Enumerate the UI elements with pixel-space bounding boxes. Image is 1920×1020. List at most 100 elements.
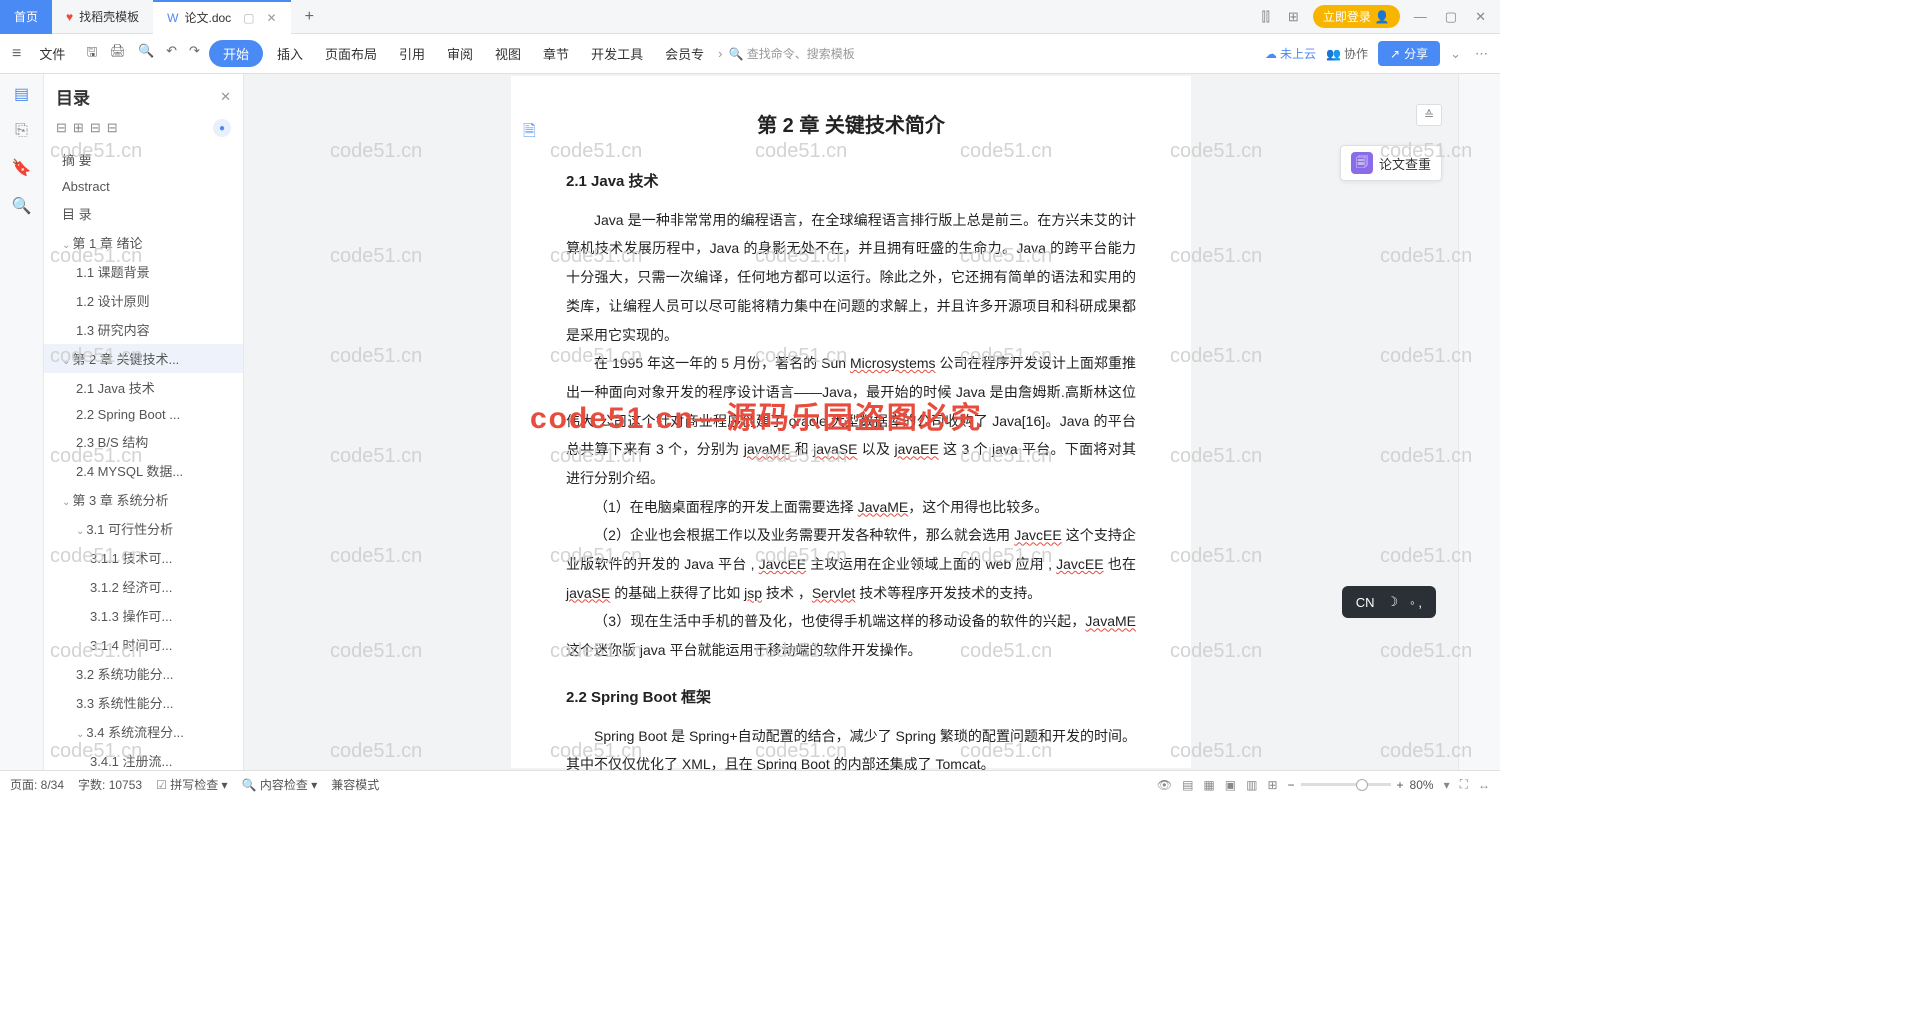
outline-item[interactable]: 3.1.2 经济可... — [44, 572, 243, 601]
side-toggle-button[interactable]: ≙ — [1416, 104, 1442, 126]
bookmark-rail-icon[interactable]: 🔖 — [12, 158, 32, 178]
outline-item[interactable]: 3.1.1 技术可... — [44, 543, 243, 572]
outline-item[interactable]: ⌄3.1 可行性分析 — [44, 514, 243, 543]
menu-devtools[interactable]: 开发工具 — [583, 40, 651, 67]
fire-icon: ♥ — [66, 10, 73, 24]
tab-document[interactable]: W论文.doc▢✕ — [153, 0, 290, 34]
minimize-button[interactable]: — — [1410, 9, 1431, 24]
outline-item[interactable]: 1.1 课题背景 — [44, 257, 243, 286]
outline-rail-icon[interactable]: ▤ — [14, 84, 29, 104]
document-area[interactable]: 🗎 第 2 章 关键技术简介 2.1 Java 技术 Java 是一种非常常用的… — [244, 74, 1458, 770]
print-icon[interactable]: 🖨 — [106, 41, 129, 67]
outline-item[interactable]: 3.1.3 操作可... — [44, 601, 243, 630]
view4-icon[interactable]: ▥ — [1246, 778, 1257, 792]
right-rail — [1458, 74, 1500, 770]
outline-item[interactable]: 2.4 MYSQL 数据... — [44, 456, 243, 485]
outline-item[interactable]: 1.2 设计原则 — [44, 286, 243, 315]
ime-mode-icon: ☽ — [1387, 594, 1399, 610]
hamburger-icon[interactable]: ≡ — [8, 45, 25, 63]
zoom-slider[interactable] — [1301, 783, 1391, 786]
close-panel-icon[interactable]: ✕ — [220, 89, 231, 105]
preview-icon[interactable]: 🔍 — [135, 41, 157, 67]
outline-item[interactable]: 2.3 B/S 结构 — [44, 427, 243, 456]
apps-icon[interactable]: ⊞ — [1284, 9, 1303, 25]
menu-layout[interactable]: 页面布局 — [317, 40, 385, 67]
view1-icon[interactable]: ▤ — [1182, 778, 1193, 792]
ai-icon[interactable]: ● — [213, 119, 231, 137]
save-icon[interactable]: 🖫 — [83, 41, 100, 67]
menu-member[interactable]: 会员专 — [657, 40, 712, 67]
outline-item[interactable]: ⌄第 1 章 绪论 — [44, 228, 243, 257]
undo-icon[interactable]: ↶ — [163, 41, 180, 67]
demote-icon[interactable]: ⊟ — [107, 120, 118, 136]
para-1: Java 是一种非常常用的编程语言，在全球编程语言排行版上总是前三。在方兴未艾的… — [566, 206, 1136, 349]
collapse-all-icon[interactable]: ⊟ — [56, 120, 67, 136]
status-spellcheck[interactable]: ☑ 拼写检查 ▾ — [156, 776, 227, 793]
status-words[interactable]: 字数: 10753 — [78, 776, 142, 793]
outline-item[interactable]: 1.3 研究内容 — [44, 315, 243, 344]
outline-item[interactable]: 3.3 系统性能分... — [44, 688, 243, 717]
close-icon[interactable]: ✕ — [267, 11, 277, 25]
maximize-button[interactable]: ▢ — [1441, 9, 1461, 25]
ime-punct: ◦ , — [1410, 595, 1422, 610]
outline-list[interactable]: 摘 要Abstract目 录⌄第 1 章 绪论1.1 课题背景1.2 设计原则1… — [44, 145, 243, 770]
fit-icon[interactable]: ↔ — [1478, 778, 1490, 792]
new-tab-button[interactable]: + — [291, 8, 328, 26]
view5-icon[interactable]: ⊞ — [1267, 778, 1277, 792]
outline-item[interactable]: 目 录 — [44, 199, 243, 228]
menu-start[interactable]: 开始 — [209, 40, 263, 67]
close-window-button[interactable]: ✕ — [1471, 9, 1490, 25]
redo-icon[interactable]: ↷ — [186, 41, 203, 67]
phone-rail-icon[interactable]: ⎘ — [15, 122, 28, 140]
zoom-value[interactable]: 80% — [1410, 778, 1434, 792]
menu-chapter[interactable]: 章节 — [535, 40, 577, 67]
zoom-control[interactable]: − + 80% — [1288, 778, 1434, 792]
fullscreen-icon[interactable]: ⛶ — [1460, 777, 1468, 792]
status-page[interactable]: 页面: 8/34 — [10, 776, 64, 793]
layout-icon[interactable]: ⫿⫿ — [1258, 9, 1274, 25]
check-icon: ☑ — [156, 778, 167, 792]
menu-file[interactable]: 文件 — [31, 40, 73, 67]
more-icon[interactable]: ⋯ — [1471, 46, 1492, 62]
view3-icon[interactable]: ▣ — [1225, 778, 1236, 792]
outline-item[interactable]: 3.4.1 注册流... — [44, 746, 243, 770]
cloud-status[interactable]: ☁未上云 — [1265, 45, 1316, 62]
zoom-in-icon[interactable]: + — [1397, 778, 1404, 792]
menu-reference[interactable]: 引用 — [391, 40, 433, 67]
split-icon[interactable]: ▢ — [243, 11, 254, 25]
paper-check-widget[interactable]: 🗐 论文查重 — [1340, 145, 1442, 181]
status-compat[interactable]: 兼容模式 — [331, 776, 379, 793]
eye-icon[interactable]: 👁 — [1157, 778, 1172, 792]
outline-item[interactable]: 摘 要 — [44, 145, 243, 174]
view2-icon[interactable]: ▦ — [1203, 778, 1214, 792]
outline-item[interactable]: 2.2 Spring Boot ... — [44, 402, 243, 427]
tab-bar: 首页 ♥找稻壳模板 W论文.doc▢✕ + ⫿⫿ ⊞ 立即登录👤 — ▢ ✕ — [0, 0, 1500, 34]
chev-down-icon[interactable]: ⌄ — [1450, 46, 1461, 62]
search-rail-icon[interactable]: 🔍 — [12, 196, 32, 216]
chev-icon[interactable]: › — [718, 46, 722, 61]
outline-item[interactable]: ⌄第 2 章 关键技术... — [44, 344, 243, 373]
outline-item[interactable]: 3.2 系统功能分... — [44, 659, 243, 688]
tab-home[interactable]: 首页 — [0, 0, 52, 34]
collab-button[interactable]: 👥协作 — [1326, 45, 1368, 62]
promote-icon[interactable]: ⊟ — [90, 120, 101, 136]
menu-insert[interactable]: 插入 — [269, 40, 311, 67]
outline-item[interactable]: ⌄3.4 系统流程分... — [44, 717, 243, 746]
login-button[interactable]: 立即登录👤 — [1313, 5, 1400, 28]
chapter-title: 第 2 章 关键技术简介 — [566, 106, 1136, 147]
menu-view[interactable]: 视图 — [487, 40, 529, 67]
menu-review[interactable]: 审阅 — [439, 40, 481, 67]
share-button[interactable]: ↗分享 — [1378, 41, 1440, 66]
zoom-out-icon[interactable]: − — [1288, 778, 1295, 792]
page-badge-icon[interactable]: 🗎 — [523, 116, 536, 149]
status-contentcheck[interactable]: 🔍 内容检查 ▾ — [242, 776, 318, 793]
ime-indicator[interactable]: CN ☽ ◦ , — [1342, 586, 1436, 618]
outline-item[interactable]: ⌄第 3 章 系统分析 — [44, 485, 243, 514]
dropdown-icon[interactable]: ▾ — [1444, 778, 1450, 792]
outline-item[interactable]: 3.1.4 时间可... — [44, 630, 243, 659]
search-command[interactable]: 🔍 查找命令、搜索模板 — [728, 45, 854, 62]
tab-template[interactable]: ♥找稻壳模板 — [52, 0, 153, 34]
outline-item[interactable]: 2.1 Java 技术 — [44, 373, 243, 402]
expand-all-icon[interactable]: ⊞ — [73, 120, 84, 136]
outline-item[interactable]: Abstract — [44, 174, 243, 199]
